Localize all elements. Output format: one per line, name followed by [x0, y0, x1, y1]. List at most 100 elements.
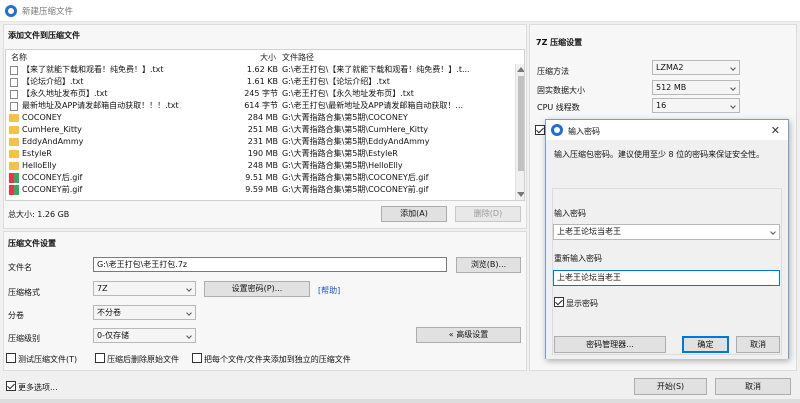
show-password-label[interactable]: 显示密码	[566, 298, 598, 309]
gif-image-icon	[9, 173, 19, 183]
level-select[interactable]: 0-仅存储	[93, 328, 196, 343]
file-size: 248 MB	[247, 161, 278, 170]
set-password-button[interactable]: 设置密码(P)...	[204, 281, 310, 297]
test-archive-checkbox[interactable]	[6, 353, 16, 363]
method-label: 压缩方法	[537, 67, 569, 76]
folder-icon	[9, 162, 19, 170]
archive-settings-panel	[3, 231, 527, 371]
table-row[interactable]: EstyleR 190 MB G:\大菁指路合集\第5期\EstyleR	[6, 148, 511, 160]
file-name: HelloElly	[22, 161, 57, 170]
show-password-checkbox[interactable]	[554, 297, 564, 307]
file-size: 231 MB	[247, 137, 278, 146]
level-label: 压缩级别	[8, 334, 40, 343]
file-name: EddyAndAmmy	[22, 137, 84, 146]
dict-select-value: 512 MB	[656, 83, 687, 92]
table-row[interactable]: COCONEY 284 MB G:\大菁指路合集\第5期\COCONEY	[6, 112, 511, 124]
table-row[interactable]: COCONEY前.gif 9.59 MB G:\大菁指路合集\第5期\COCON…	[6, 184, 511, 196]
table-row[interactable]: HelloElly 248 MB G:\大菁指路合集\第5期\HelloElly	[6, 160, 511, 172]
cpu-select[interactable]: 16	[652, 98, 740, 113]
file-path: G:\老王打包\最新地址及APP请发邮箱自动获取！...	[282, 101, 464, 110]
chevron-down-icon	[186, 310, 192, 316]
dialog-body: 输入压缩包密码。建议使用至少 8 位的密码来保证安全性。 输入密码 上老王论坛当…	[546, 140, 788, 359]
start-button[interactable]: 开始(S)	[634, 378, 707, 395]
column-header-size[interactable]: 大小	[260, 52, 276, 63]
file-icon	[10, 90, 18, 99]
method-select[interactable]: LZMA2	[652, 60, 740, 75]
vertical-scrollbar[interactable]	[515, 64, 524, 200]
folder-icon	[9, 150, 19, 158]
ok-button[interactable]: 确定	[682, 336, 729, 353]
folder-icon	[9, 114, 19, 122]
chevron-down-icon	[186, 286, 192, 292]
advanced-settings-button[interactable]: « 高级设置	[416, 327, 521, 343]
file-name: 【来了就能下载和观看！纯免费！】.txt	[22, 65, 164, 74]
app-logo-icon	[5, 5, 17, 17]
delete-after-label[interactable]: 压缩后删除原始文件	[107, 354, 179, 365]
file-size: 9.59 MB	[245, 185, 278, 194]
password-dialog[interactable]: 输入密码 ✕ 输入压缩包密码。建议使用至少 8 位的密码来保证安全性。 输入密码…	[545, 119, 789, 359]
file-name: 最新地址及APP请发邮箱自动获取！！！.txt	[22, 101, 179, 110]
split-select[interactable]: 不分卷	[93, 305, 196, 320]
file-path: G:\老王打包\【论坛介绍】.txt	[282, 77, 390, 86]
table-row[interactable]: COCONEY后.gif 9.51 MB G:\大菁指路合集\第5期\COCON…	[6, 172, 511, 184]
table-row[interactable]: 最新地址及APP请发邮箱自动获取！！！.txt 614 字节 G:\老王打包\最…	[6, 100, 511, 112]
scrollbar-thumb[interactable]	[518, 76, 524, 171]
split-label: 分卷	[8, 311, 24, 320]
table-row[interactable]: EddyAndAmmy 231 MB G:\大菁指路合集\第5期\EddyAnd…	[6, 136, 511, 148]
file-path: G:\大菁指路合集\第5期\EstyleR	[282, 149, 398, 158]
more-options-checkbox[interactable]	[6, 381, 16, 391]
filename-label: 文件名	[8, 263, 32, 272]
test-archive-label[interactable]: 测试压缩文件(T)	[18, 354, 77, 365]
dialog-cancel-button[interactable]: 取消	[736, 336, 780, 353]
file-size: 284 MB	[247, 113, 278, 122]
password-manager-button[interactable]: 密码管理器...	[554, 336, 666, 353]
more-options-label[interactable]: 更多选项...	[18, 382, 58, 393]
browse-button[interactable]: 浏览(B)...	[456, 257, 521, 273]
separate-archive-checkbox[interactable]	[192, 353, 202, 363]
scroll-down-arrow-icon[interactable]	[517, 192, 524, 197]
table-row[interactable]: CumHere_Kitty 251 MB G:\大菁指路合集\第5期\CumHe…	[6, 124, 511, 136]
cancel-button[interactable]: 取消	[715, 378, 791, 395]
close-icon[interactable]: ✕	[771, 124, 780, 137]
scroll-up-arrow-icon[interactable]	[517, 67, 524, 72]
cpu-label: CPU 线程数	[537, 103, 580, 112]
file-size: 9.51 MB	[245, 173, 278, 182]
file-icon	[10, 66, 18, 75]
dialog-title-bar[interactable]: 输入密码 ✕	[546, 120, 788, 140]
table-row[interactable]: 【来了就能下载和观看！纯免费！】.txt 1.62 KB G:\老王打包\【来了…	[6, 64, 511, 76]
column-header-name[interactable]: 名称	[11, 52, 27, 63]
delete-button[interactable]: 删除(D)	[455, 206, 521, 222]
file-icon	[10, 102, 18, 111]
file-path: G:\老王打包\【永久地址发布页】.txt	[282, 89, 414, 98]
separate-archive-label[interactable]: 把每个文件/文件夹添加到独立的压缩文件	[204, 354, 351, 365]
file-size: 614 字节	[244, 101, 278, 110]
delete-after-checkbox[interactable]	[95, 353, 105, 363]
format-select[interactable]: 7Z	[93, 281, 196, 296]
file-path: G:\大菁指路合集\第5期\COCONEY后.gif	[282, 173, 429, 182]
file-table[interactable]: 名称 大小 文件路径 【来了就能下载和观看！纯免费！】.txt 1.62 KB …	[5, 49, 525, 201]
chevron-down-icon	[730, 85, 736, 91]
file-path: G:\大菁指路合集\第5期\HelloElly	[282, 161, 403, 170]
folder-icon	[9, 138, 19, 146]
enter-password-input[interactable]: 上老王论坛当老王	[553, 224, 780, 240]
format-select-value: 7Z	[97, 284, 108, 293]
solid-checkbox[interactable]	[535, 125, 545, 135]
file-size: 251 MB	[247, 125, 278, 134]
dialog-title: 输入密码	[568, 127, 600, 136]
help-link[interactable]: [帮助]	[318, 285, 340, 296]
table-row[interactable]: 【论坛介绍】.txt 1.61 KB G:\老王打包\【论坛介绍】.txt	[6, 76, 511, 88]
file-path: G:\大菁指路合集\第5期\CumHere_Kitty	[282, 125, 428, 134]
file-name: COCONEY前.gif	[22, 185, 83, 194]
level-select-value: 0-仅存储	[97, 331, 129, 340]
title-bar: 新建压缩文件	[0, 0, 800, 22]
file-name: 【永久地址发布页】.txt	[22, 89, 108, 98]
file-size: 1.61 KB	[246, 77, 278, 86]
filename-input[interactable]: G:\老王打包\老王打包.7z	[93, 257, 447, 272]
table-row[interactable]: 【永久地址发布页】.txt 245 字节 G:\老王打包\【永久地址发布页】.t…	[6, 88, 511, 100]
reenter-password-input[interactable]: 上老王论坛当老王	[553, 270, 780, 286]
add-button[interactable]: 添加(A)	[381, 206, 447, 222]
file-size: 1.62 KB	[246, 65, 278, 74]
dict-select[interactable]: 512 MB	[652, 80, 740, 95]
column-header-path[interactable]: 文件路径	[282, 52, 314, 63]
window-title: 新建压缩文件	[22, 7, 74, 17]
